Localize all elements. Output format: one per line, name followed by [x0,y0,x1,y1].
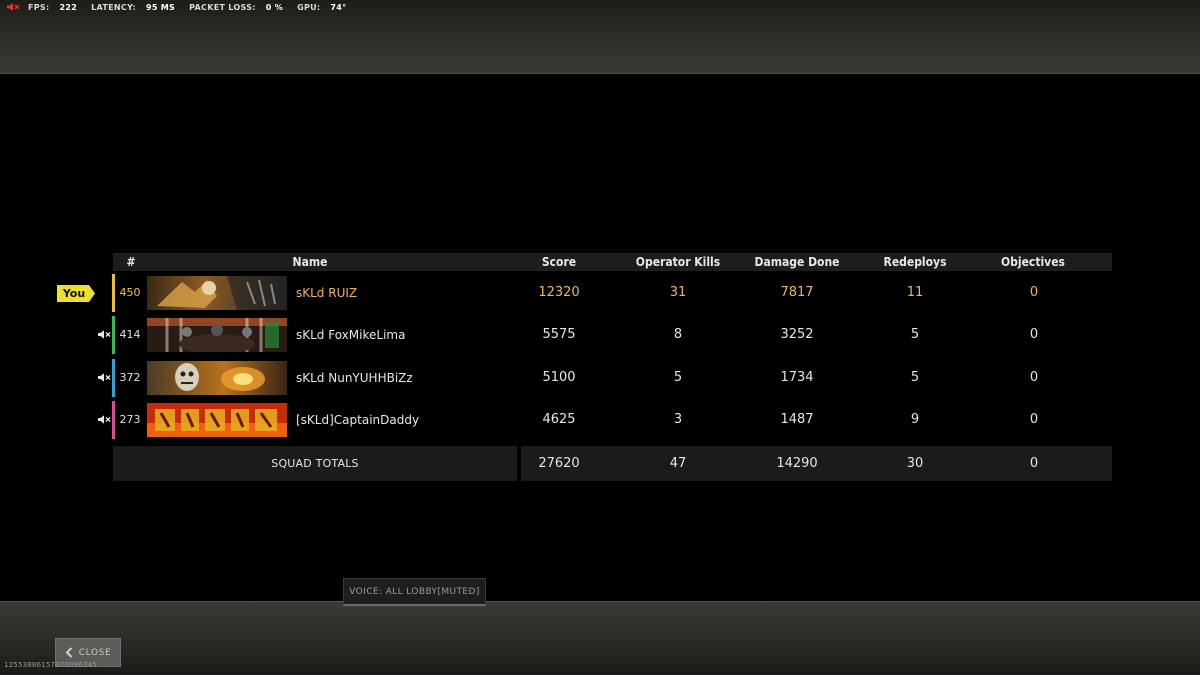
totals-kills: 47 [669,456,687,471]
totals-redeploys: 30 [906,456,924,471]
player-level: 273 [119,413,141,426]
player-accent-bar [112,401,115,439]
player-score: 4625 [542,412,576,427]
player-row[interactable]: 450 sKLd RUIZ 12320 31 7817 11 0 [0,274,1200,312]
player-score: 5575 [542,327,576,342]
player-objectives: 0 [1029,412,1039,427]
header-redeploys: Redeploys [883,255,947,269]
player-objectives: 0 [1029,285,1039,300]
player-damage: 7817 [780,285,814,300]
player-row[interactable]: 414 sKLd FoxMikeLima 5575 8 3252 5 0 [0,316,1200,354]
session-id: 12553886157070096245 [4,661,98,669]
header-score: Score [541,255,577,269]
bottom-band [0,601,1200,675]
player-score: 12320 [538,285,580,300]
header-damage-done: Damage Done [754,255,840,269]
player-name: [sKLd]CaptainDaddy [296,413,420,427]
totals-damage: 14290 [776,456,818,471]
player-level: 372 [119,371,141,384]
player-name: sKLd FoxMikeLima [296,328,406,342]
header-operator-kills: Operator Kills [635,255,721,269]
player-redeploys: 5 [910,370,920,385]
player-damage: 1487 [780,412,814,427]
player-objectives: 0 [1029,327,1039,342]
player-row[interactable]: 372 sKLd NunYUHHBiZz 5100 5 1734 5 0 [0,359,1200,397]
totals-score: 27620 [538,456,580,471]
totals-objectives: 0 [1029,456,1039,471]
player-score: 5100 [542,370,576,385]
player-accent-bar [112,274,115,312]
player-accent-bar [112,359,115,397]
chevron-left-icon [65,647,72,658]
squad-totals-label: SQUAD TOTALS [271,457,359,470]
player-level: 414 [119,328,141,341]
player-accent-bar [112,316,115,354]
speaker-muted-icon[interactable] [97,329,111,340]
voice-channel-button[interactable]: VOICE: ALL LOBBY[MUTED] [343,578,486,606]
header-rank: # [126,255,136,269]
close-button-label: CLOSE [78,647,112,658]
player-redeploys: 9 [910,412,920,427]
squad-totals-label-panel: SQUAD TOTALS [113,446,517,481]
calling-card [147,318,287,352]
player-row[interactable]: 273 [sKLd]CaptainDaddy 4625 3 1487 9 0 [0,401,1200,439]
player-kills: 31 [669,285,687,300]
header-objectives: Objectives [1001,255,1065,269]
speaker-muted-icon[interactable] [97,372,111,383]
voice-channel-label: VOICE: ALL LOBBY[MUTED] [349,587,480,597]
scoreboard: # Name Score Operator Kills Damage Done … [0,0,1200,675]
player-damage: 1734 [780,370,814,385]
player-redeploys: 5 [910,327,920,342]
player-redeploys: 11 [906,285,924,300]
player-kills: 8 [673,327,683,342]
calling-card [147,276,287,310]
player-kills: 3 [673,412,683,427]
player-level: 450 [119,286,141,299]
player-name: sKLd NunYUHHBiZz [296,371,413,385]
header-name: Name [292,255,328,269]
speaker-muted-icon[interactable] [97,414,111,425]
calling-card [147,403,287,437]
scoreboard-header: # Name Score Operator Kills Damage Done … [113,253,1112,271]
player-name: sKLd RUIZ [296,286,358,300]
player-objectives: 0 [1029,370,1039,385]
calling-card [147,361,287,395]
player-kills: 5 [673,370,683,385]
player-damage: 3252 [780,327,814,342]
